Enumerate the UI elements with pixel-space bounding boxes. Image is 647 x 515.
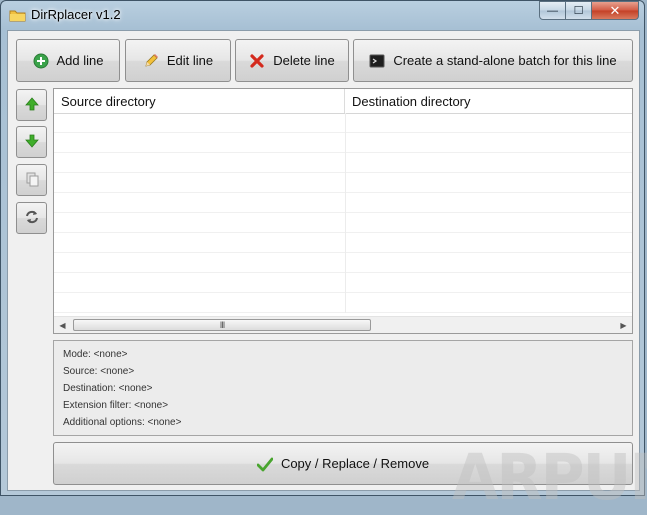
delete-line-label: Delete line	[273, 53, 335, 68]
console-icon	[369, 53, 385, 69]
add-line-label: Add line	[56, 53, 104, 68]
refresh-button[interactable]	[16, 202, 47, 234]
mode-text: Mode: <none>	[63, 349, 128, 360]
destination-text: Destination: <none>	[63, 383, 153, 394]
list-row	[54, 133, 632, 153]
list-row	[54, 153, 632, 173]
checkmark-icon	[256, 456, 274, 472]
title-bar[interactable]: DirRplacer v1.2 — ☐ ✕	[1, 1, 644, 31]
directory-list[interactable]: Source directory Destination directory ◀…	[53, 88, 633, 334]
copy-icon	[24, 171, 40, 190]
delete-line-button[interactable]: Delete line	[235, 39, 349, 82]
arrow-up-icon	[24, 96, 40, 115]
move-down-button[interactable]	[16, 126, 47, 158]
column-divider	[345, 113, 346, 313]
list-header: Source directory Destination directory	[54, 89, 632, 114]
copy-line-button[interactable]	[16, 164, 47, 196]
pencil-icon	[143, 53, 159, 69]
move-up-button[interactable]	[16, 89, 47, 121]
create-batch-button[interactable]: Create a stand-alone batch for this line	[353, 39, 633, 82]
add-line-button[interactable]: Add line	[16, 39, 120, 82]
horizontal-scrollbar[interactable]: ◀ III ▶	[54, 316, 632, 333]
list-row	[54, 253, 632, 273]
extension-filter-text: Extension filter: <none>	[63, 400, 169, 411]
arrow-down-icon	[24, 133, 40, 152]
close-button[interactable]: ✕	[591, 1, 639, 20]
scroll-right-button[interactable]: ▶	[615, 317, 632, 333]
list-row	[54, 273, 632, 293]
list-row	[54, 113, 632, 133]
list-row	[54, 293, 632, 313]
list-row	[54, 193, 632, 213]
details-panel: Mode: <none> Source: <none> Destination:…	[53, 340, 633, 436]
additional-options-text: Additional options: <none>	[63, 417, 182, 428]
folder-icon	[9, 8, 26, 22]
copy-replace-remove-label: Copy / Replace / Remove	[280, 456, 430, 471]
scroll-left-button[interactable]: ◀	[54, 317, 71, 333]
column-header-source[interactable]: Source directory	[54, 89, 345, 113]
maximize-button[interactable]: ☐	[565, 1, 592, 20]
refresh-icon	[24, 209, 40, 228]
list-row	[54, 233, 632, 253]
copy-replace-remove-button[interactable]: Copy / Replace / Remove	[53, 442, 633, 485]
list-rows	[54, 113, 632, 313]
app-window: DirRplacer v1.2 — ☐ ✕ Add line Edit line…	[0, 0, 647, 515]
add-icon	[33, 53, 49, 69]
list-row	[54, 173, 632, 193]
edit-line-button[interactable]: Edit line	[125, 39, 231, 82]
create-batch-label: Create a stand-alone batch for this line	[393, 53, 617, 68]
minimize-button[interactable]: —	[539, 1, 566, 20]
scroll-thumb[interactable]: III	[73, 319, 371, 331]
edit-line-label: Edit line	[166, 53, 214, 68]
window-title: DirRplacer v1.2	[31, 7, 121, 22]
delete-x-icon	[249, 53, 265, 69]
column-header-destination[interactable]: Destination directory	[345, 89, 632, 113]
client-area: Add line Edit line Delete line Create a …	[7, 30, 647, 515]
list-row	[54, 213, 632, 233]
source-text: Source: <none>	[63, 366, 135, 377]
